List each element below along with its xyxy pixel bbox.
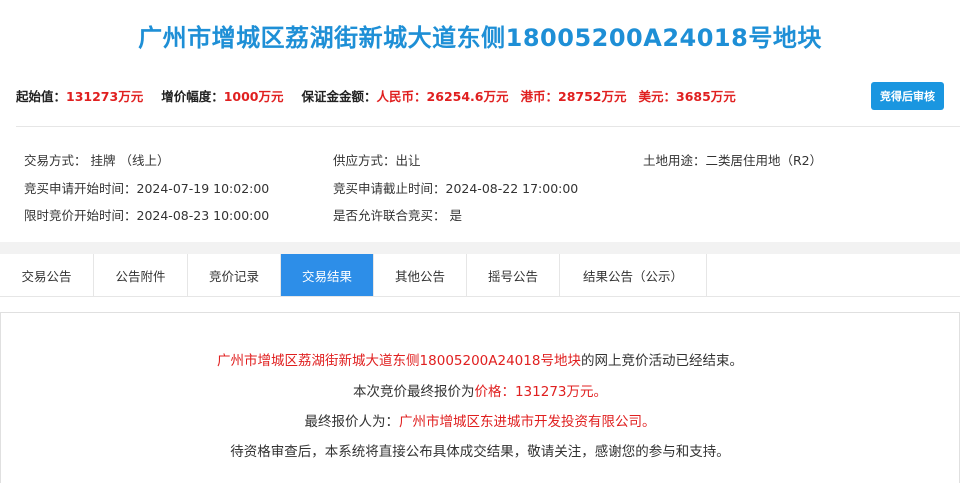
auction-ended-text: 的网上竞价活动已经结束。 <box>580 353 743 369</box>
increment-label: 增价幅度： <box>161 89 224 104</box>
tab-attachments[interactable]: 公告附件 <box>94 254 188 296</box>
bid-start-time: 限时竞价开始时间：2024-08-23 10:00:00 <box>24 208 270 223</box>
usd-label: 美元： <box>638 89 677 104</box>
tab-trade-result[interactable]: 交易结果 <box>281 254 374 296</box>
parcel-name: 广州市增城区荔湖街新城大道东侧18005200A24018号地块 <box>217 353 581 369</box>
result-line-3: 最终报价人为：广州市增城区东进城市开发投资有限公司。 <box>0 410 960 430</box>
start-price-value: 131273万元 <box>66 89 144 104</box>
trade-mode: 交易方式： 挂牌 （线上） <box>24 153 170 168</box>
rmb-value: 26254.6万元 <box>426 89 509 104</box>
tab-bid-records[interactable]: 竞价记录 <box>188 254 281 296</box>
final-price-prefix: 本次竞价最终报价为 <box>352 384 475 400</box>
apply-start-time: 竞买申请开始时间：2024-07-19 10:02:00 <box>24 181 270 196</box>
usd-value: 3685万元 <box>676 89 736 104</box>
tab-result-announcement[interactable]: 结果公告（公示） <box>560 254 707 296</box>
tab-trade-announcement[interactable]: 交易公告 <box>0 254 94 296</box>
apply-end-time: 竞买申请截止时间：2024-08-22 17:00:00 <box>333 181 579 196</box>
tab-lottery-announcement[interactable]: 摇号公告 <box>467 254 560 296</box>
result-line-1: 广州市增城区荔湖街新城大道东侧18005200A24018号地块的网上竞价活动已… <box>0 349 960 369</box>
tab-bar: 交易公告 公告附件 竞价记录 交易结果 其他公告 摇号公告 结果公告（公示） <box>0 254 960 297</box>
final-bidder-prefix: 最终报价人为： <box>304 414 400 430</box>
final-bidder-name: 广州市增城区东进城市开发投资有限公司。 <box>399 414 656 430</box>
hkd-value: 28752万元 <box>558 89 627 104</box>
rmb-label: 人民币： <box>376 89 427 104</box>
result-line-2: 本次竞价最终报价为价格：131273万元。 <box>0 380 960 400</box>
joint-bid: 是否允许联合竞买： 是 <box>333 208 462 223</box>
hkd-label: 港币： <box>520 89 558 104</box>
tab-other-announcements[interactable]: 其他公告 <box>374 254 467 296</box>
land-use: 土地用途：二类居住用地（R2） <box>643 153 823 168</box>
divider <box>16 126 960 127</box>
increment-value: 1000万元 <box>223 89 284 104</box>
supply-mode: 供应方式：出让 <box>333 153 421 168</box>
final-price-value: 价格：131273万元。 <box>474 384 608 400</box>
price-bar: 起始值：131273万元 增价幅度：1000万元 保证金金额：人民币：26254.6… <box>16 86 736 105</box>
result-line-4: 待资格审查后，本系统将直接公布具体成交结果，敬请关注，感谢您的参与和支持。 <box>230 444 730 460</box>
deposit-label: 保证金金额： <box>301 89 377 104</box>
start-price-label: 起始值： <box>16 89 67 104</box>
post-win-review-button[interactable]: 竞得后审核 <box>871 82 944 110</box>
section-gap <box>0 242 960 254</box>
page-title: 广州市增城区荔湖街新城大道东侧18005200A24018号地块 <box>138 24 822 52</box>
